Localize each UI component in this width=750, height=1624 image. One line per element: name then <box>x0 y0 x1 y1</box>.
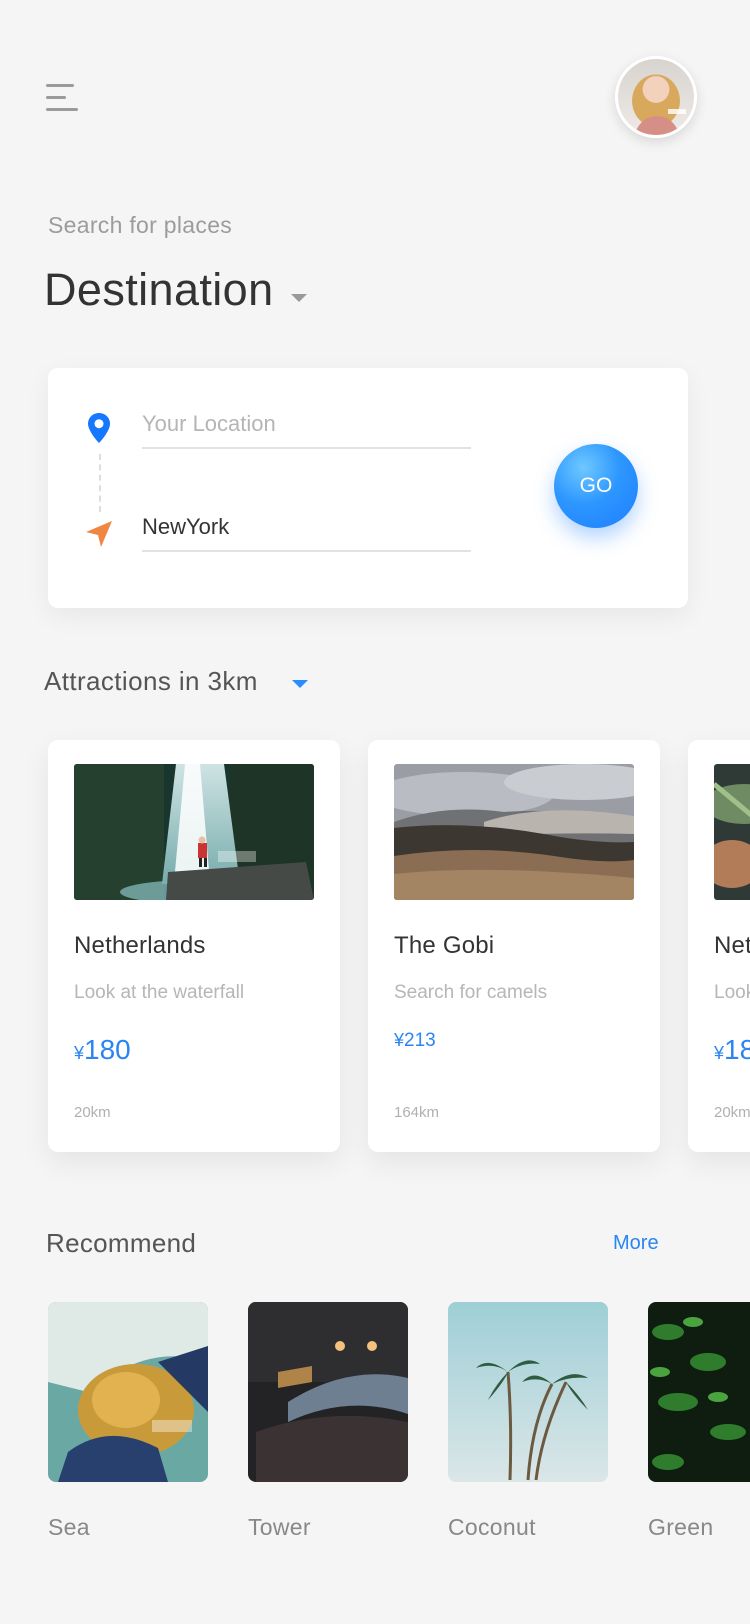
card-description: Look at the waterfall <box>714 982 750 1003</box>
page-title: Destination <box>44 264 274 315</box>
card-price: ¥180 <box>74 1034 131 1066</box>
go-button[interactable]: GO <box>554 444 638 528</box>
green-thumbnail <box>648 1302 750 1482</box>
card-distance: 20km <box>714 1104 750 1121</box>
recommend-item-sea[interactable]: Sea <box>48 1302 208 1541</box>
more-link[interactable]: More <box>613 1232 659 1255</box>
card-price: ¥213 <box>394 1030 436 1052</box>
card-distance: 164km <box>394 1104 440 1121</box>
card-distance: 20km <box>74 1104 111 1121</box>
card-price: ¥180 <box>714 1034 750 1066</box>
recommend-item-label: Tower <box>248 1514 311 1540</box>
currency-symbol: ¥ <box>74 1043 85 1063</box>
recommend-item-label: Coconut <box>448 1514 536 1540</box>
attractions-caret-icon[interactable] <box>292 680 308 688</box>
card-description: Look at the waterfall <box>74 982 245 1003</box>
currency-symbol: ¥ <box>394 1030 405 1050</box>
card-title: Netherlands <box>74 932 206 959</box>
attractions-heading[interactable]: Attractions in 3km <box>44 666 258 697</box>
destination-caret-icon[interactable] <box>291 294 307 302</box>
price-value: 180 <box>84 1034 131 1065</box>
from-location-field[interactable] <box>142 405 471 449</box>
route-search-card: GO <box>48 368 688 608</box>
card-title: Netherlands <box>714 932 750 959</box>
card-title: The Gobi <box>394 932 495 959</box>
recommend-item-green[interactable]: Green <box>648 1302 750 1541</box>
attraction-card[interactable]: The Gobi Search for camels ¥213 164km <box>368 740 660 1152</box>
recommend-item-label: Green <box>648 1514 714 1540</box>
palm-leaf-photo <box>714 764 750 900</box>
coconut-thumbnail <box>448 1302 608 1482</box>
location-pin-icon <box>88 413 110 443</box>
recommend-item-coconut[interactable]: Coconut <box>448 1302 608 1541</box>
recommend-item-label: Sea <box>48 1514 90 1540</box>
to-location-field[interactable] <box>142 508 471 552</box>
attraction-card[interactable]: Netherlands Look at the waterfall ¥180 2… <box>688 740 750 1152</box>
sea-thumbnail <box>48 1302 208 1482</box>
destination-input[interactable] <box>142 508 471 546</box>
gobi-photo <box>394 764 634 900</box>
app-screen: Search for places Destination GO Attract… <box>0 0 750 1624</box>
your-location-input[interactable] <box>142 405 471 443</box>
price-value: 180 <box>724 1034 750 1065</box>
currency-symbol: ¥ <box>714 1043 725 1063</box>
recommend-heading: Recommend <box>46 1228 197 1258</box>
search-subtitle: Search for places <box>48 212 233 238</box>
hamburger-menu-icon[interactable] <box>46 82 80 114</box>
waterfall-photo <box>74 764 314 900</box>
tower-thumbnail <box>248 1302 408 1482</box>
navigation-arrow-icon <box>86 521 112 547</box>
price-value: 213 <box>404 1030 436 1051</box>
route-connector-line <box>99 454 101 512</box>
card-description: Search for camels <box>394 982 548 1003</box>
user-avatar[interactable] <box>615 56 697 138</box>
attraction-card[interactable]: Netherlands Look at the waterfall ¥180 2… <box>48 740 340 1152</box>
recommend-item-tower[interactable]: Tower <box>248 1302 408 1541</box>
